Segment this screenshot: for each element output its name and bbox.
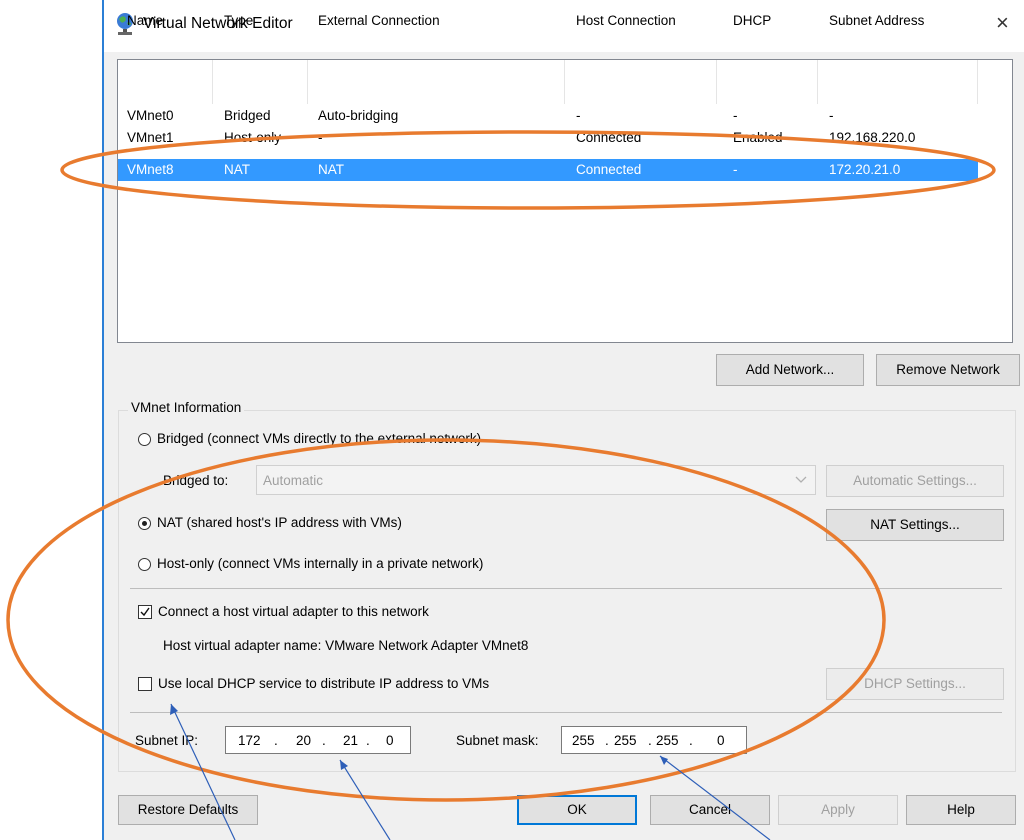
ip-dot: .: [274, 733, 278, 748]
cell-subnet-address: 172.20.21.0: [829, 162, 901, 177]
header-divider: [716, 60, 717, 104]
column-header-dhcp[interactable]: DHCP: [733, 13, 771, 28]
section-divider: [130, 588, 1002, 589]
mask-octet[interactable]: 255: [614, 733, 637, 748]
group-label: VMnet Information: [128, 400, 245, 415]
bridged-radio[interactable]: [138, 433, 151, 446]
subnet-mask-field[interactable]: 255 . 255 . 255 . 0: [561, 726, 747, 754]
cell-host-connection: Connected: [576, 130, 642, 145]
cell-name: VMnet0: [127, 108, 174, 123]
header-divider: [212, 60, 213, 104]
cell-host-connection: Connected: [576, 162, 642, 177]
dhcp-checkbox-label[interactable]: Use local DHCP service to distribute IP …: [158, 676, 489, 691]
list-header: [118, 60, 978, 104]
cell-subnet-address: 192.168.220.0: [829, 130, 916, 145]
column-header-name[interactable]: Name: [127, 13, 163, 28]
nat-settings-button[interactable]: NAT Settings...: [826, 509, 1004, 541]
ip-dot: .: [366, 733, 370, 748]
cancel-button[interactable]: Cancel: [650, 795, 770, 825]
column-header-type[interactable]: Type: [224, 13, 253, 28]
mask-octet[interactable]: 0: [717, 733, 725, 748]
ip-dot: .: [605, 733, 609, 748]
subnet-mask-label: Subnet mask:: [456, 733, 539, 748]
chevron-down-icon: [795, 476, 807, 483]
host-only-radio[interactable]: [138, 558, 151, 571]
connect-adapter-checkbox[interactable]: [138, 605, 152, 619]
cell-external-connection: NAT: [318, 162, 344, 177]
cell-subnet-address: -: [829, 108, 834, 123]
remove-network-button[interactable]: Remove Network: [876, 354, 1020, 386]
connect-adapter-label[interactable]: Connect a host virtual adapter to this n…: [158, 604, 429, 619]
subnet-ip-label: Subnet IP:: [135, 733, 199, 748]
subnet-ip-field[interactable]: 172 . 20 . 21 . 0: [225, 726, 411, 754]
add-network-button[interactable]: Add Network...: [716, 354, 864, 386]
ip-dot: .: [689, 733, 693, 748]
window-title: Virtual Network Editor: [143, 15, 293, 32]
close-icon[interactable]: ×: [996, 12, 1009, 34]
checkmark-icon: [140, 607, 150, 617]
column-header-host-connection[interactable]: Host Connection: [576, 13, 676, 28]
cell-name: VMnet8: [127, 162, 174, 177]
cell-dhcp: -: [733, 162, 738, 177]
help-button[interactable]: Help: [906, 795, 1016, 825]
mask-octet[interactable]: 255: [572, 733, 595, 748]
cell-dhcp: -: [733, 108, 738, 123]
ip-octet[interactable]: 0: [386, 733, 394, 748]
cell-type: NAT: [224, 162, 250, 177]
nat-radio[interactable]: [138, 517, 151, 530]
cell-name: VMnet1: [127, 130, 174, 145]
column-header-subnet-address[interactable]: Subnet Address: [829, 13, 924, 28]
cell-external-connection: Auto-bridging: [318, 108, 399, 123]
ip-octet[interactable]: 21: [343, 733, 358, 748]
automatic-settings-button[interactable]: Automatic Settings...: [826, 465, 1004, 497]
ip-dot: .: [322, 733, 326, 748]
ip-dot: .: [648, 733, 652, 748]
table-row-selected[interactable]: VMnet8 NAT NAT Connected - 172.20.21.0: [118, 159, 978, 181]
header-divider: [307, 60, 308, 104]
bridged-radio-label[interactable]: Bridged (connect VMs directly to the ext…: [157, 431, 481, 446]
bridged-to-dropdown[interactable]: Automatic: [256, 465, 816, 495]
host-only-radio-label[interactable]: Host-only (connect VMs internally in a p…: [157, 556, 483, 571]
mask-octet[interactable]: 255: [656, 733, 679, 748]
dhcp-checkbox[interactable]: [138, 677, 152, 691]
cell-external-connection: -: [318, 130, 323, 145]
ip-octet[interactable]: 172: [238, 733, 261, 748]
header-divider: [977, 60, 978, 104]
table-row[interactable]: VMnet0 Bridged Auto-bridging - - -: [118, 105, 978, 127]
apply-button[interactable]: Apply: [778, 795, 898, 825]
bridged-to-label: Bridged to:: [163, 473, 229, 488]
dhcp-settings-button[interactable]: DHCP Settings...: [826, 668, 1004, 700]
cell-type: Bridged: [224, 108, 271, 123]
restore-defaults-button[interactable]: Restore Defaults: [118, 795, 258, 825]
header-divider: [817, 60, 818, 104]
column-header-external-connection[interactable]: External Connection: [318, 13, 440, 28]
cell-dhcp: Enabled: [733, 130, 783, 145]
section-divider: [130, 712, 1002, 713]
ok-button[interactable]: OK: [517, 795, 637, 825]
adapter-name-label: Host virtual adapter name: VMware Networ…: [163, 638, 529, 653]
header-divider: [564, 60, 565, 104]
ip-octet[interactable]: 20: [296, 733, 311, 748]
cell-host-connection: -: [576, 108, 581, 123]
table-row[interactable]: VMnet1 Host-only - Connected Enabled 192…: [118, 127, 978, 149]
nat-radio-label[interactable]: NAT (shared host's IP address with VMs): [157, 515, 402, 530]
cell-type: Host-only: [224, 130, 282, 145]
bridged-to-value: Automatic: [263, 473, 324, 488]
